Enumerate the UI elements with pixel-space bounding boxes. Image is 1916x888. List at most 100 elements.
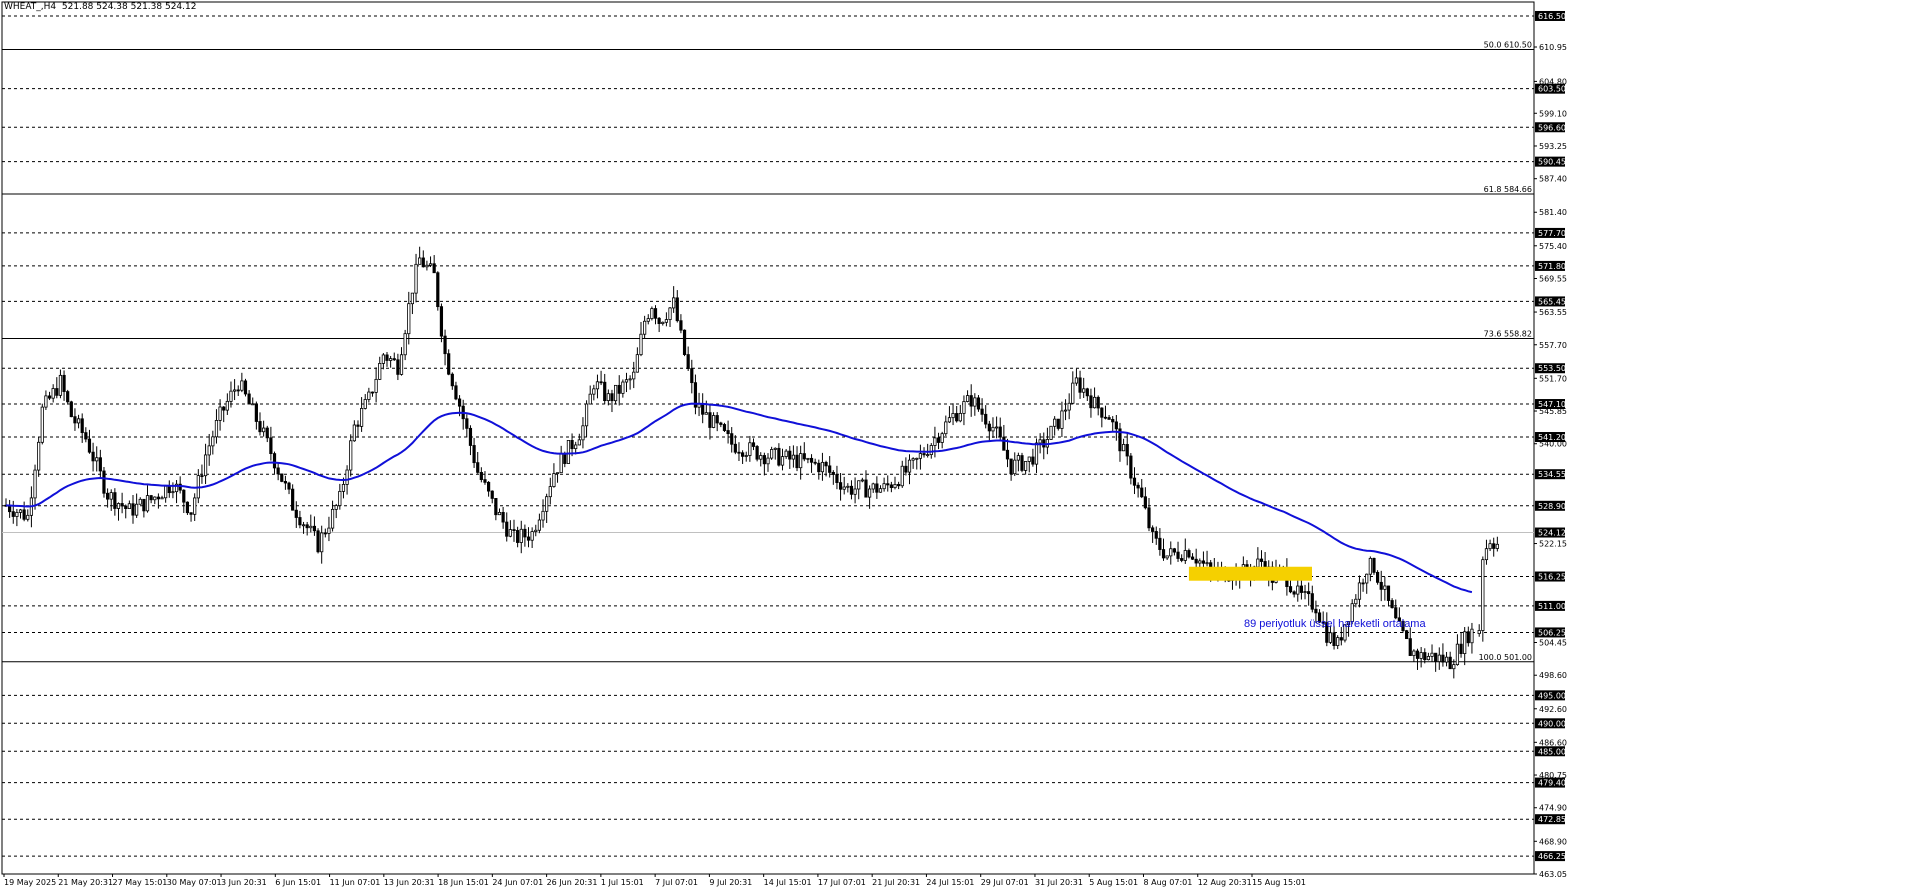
candle-body [1024,461,1028,471]
y-tick-label: 545.85 [1539,407,1567,416]
candle-body [1085,388,1089,397]
candle-body [378,363,382,380]
candle-body [1372,557,1376,573]
candle-body [770,449,774,459]
candle-body [135,503,139,516]
candle-body [523,528,527,538]
candle-body [182,489,186,503]
candle-body [106,492,110,500]
candle-body [1056,418,1060,429]
candle-body [679,320,683,331]
candle-body [820,461,825,473]
candle-body [1020,455,1024,471]
candle-body [846,485,850,488]
candle-body [1107,417,1111,420]
chart-area[interactable]: 616.50 603.50 596.60 590.45 577.70 571.80 565.… [0,0,1916,888]
candle-body [84,432,88,440]
candle-body [545,496,549,512]
candle-body [1103,416,1108,419]
candle-body [512,529,516,532]
level-label: 534.55 [1538,470,1566,479]
candle-body [323,532,327,535]
candle-body [969,395,973,407]
candle-body [530,531,534,541]
candle-body [893,484,897,489]
fib-level-label: 100.0 501.00 [1479,653,1532,662]
candle-body [1169,548,1173,557]
candle-body [835,474,839,483]
candle-body [468,427,473,446]
candle-body [1092,396,1097,409]
candle-body [457,398,462,407]
candle-body [795,454,799,469]
candle-body [936,437,941,443]
candle-body [145,495,150,512]
candle-body [976,397,981,410]
candle-body [657,317,661,324]
candle-body [236,389,240,392]
candle-body [614,384,618,402]
candle-body [138,498,142,505]
candle-body [1332,632,1336,647]
candle-body [1288,586,1293,593]
candle-body [15,512,19,517]
candle-body [26,514,30,520]
y-tick-label: 468.90 [1539,837,1567,846]
candle-body [251,403,255,406]
candle-body [345,469,349,485]
candle-body [1481,559,1485,631]
candle-body [897,484,901,487]
x-tick-label: 24 Jul 15:01 [926,878,974,887]
candle-body [780,456,785,466]
candle-body [831,471,835,475]
x-tick-label: 9 Jul 20:31 [709,878,752,887]
candle-body [1125,444,1129,457]
candle-body [40,406,44,443]
candle-body [563,453,567,464]
candle-body [672,297,676,309]
candle-body [1031,456,1035,465]
candle-body [926,454,930,456]
candle-body [1441,654,1445,663]
candle-body [476,462,480,473]
candle-body [603,381,607,402]
level-label: 616.50 [1538,12,1566,21]
candle-body [907,459,912,473]
fib-level-label: 50.0 610.50 [1484,41,1532,50]
candle-body [715,415,719,424]
candle-body [352,424,356,442]
candle-body [341,484,346,492]
candle-body [47,395,52,399]
candle-body [44,395,48,408]
candle-body [741,452,745,457]
candle-body [367,391,371,400]
candle-body [18,509,23,513]
level-label: 506.25 [1538,628,1566,637]
candle-body [882,483,886,490]
candle-body [291,488,295,511]
candle-body [66,391,70,403]
level-label: 590.45 [1538,158,1566,167]
candle-body [915,457,919,460]
ema-89-line [5,402,1473,594]
candle-body [497,511,502,516]
candle-body [1405,630,1409,640]
candle-body [1201,560,1206,564]
y-tick-label: 492.60 [1539,705,1567,714]
candle-body [11,511,15,517]
candle-body [396,359,400,375]
candle-body [385,354,389,361]
candle-body [1412,650,1416,656]
candle-body [813,461,817,464]
candle-body [541,510,545,521]
x-tick-label: 11 Jun 07:01 [330,878,381,887]
candle-body [472,445,476,464]
candle-body [327,527,331,534]
candle-body [1074,377,1079,384]
candle-body [1390,600,1394,609]
y-tick-label: 463.05 [1539,870,1567,879]
price-chart[interactable]: 616.50603.50596.60590.45577.70571.80565.… [0,0,1916,888]
candle-body [80,418,84,434]
candle-body [744,455,748,457]
candle-body [1452,664,1456,670]
